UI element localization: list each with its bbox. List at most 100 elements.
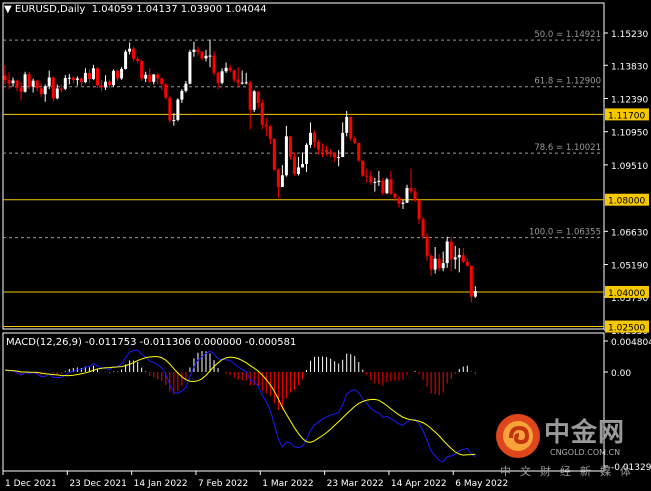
candle-body: [160, 78, 164, 85]
candle-body: [284, 136, 288, 176]
candle-body: [345, 116, 349, 133]
candle-body: [27, 74, 31, 87]
candle-body: [397, 197, 401, 204]
candle-body: [260, 103, 264, 125]
candle-body: [369, 176, 373, 183]
candle-body: [296, 167, 300, 174]
candle-body: [164, 84, 168, 98]
candle-body: [309, 132, 313, 145]
candle-body: [252, 91, 256, 110]
candle-body: [417, 200, 421, 220]
candle-body: [95, 68, 99, 86]
candle-body: [35, 80, 39, 89]
candle-body: [144, 74, 148, 79]
candle-body: [401, 202, 405, 204]
price-tick-label: 1.10950: [611, 129, 648, 139]
candle-body: [433, 258, 437, 270]
candle-body: [172, 119, 176, 121]
candle-body: [256, 91, 260, 104]
candle-body: [71, 77, 75, 81]
candle-body: [67, 77, 71, 79]
macd-signal-line: [4, 356, 476, 456]
candle-body: [120, 68, 124, 79]
candle-body: [204, 55, 208, 59]
candle-body: [353, 138, 357, 143]
candle-body: [292, 156, 296, 174]
candle-body: [7, 80, 11, 84]
level-price-label: 1.08000: [608, 197, 645, 207]
price-tick-label: 1.15230: [611, 30, 648, 40]
candle-body: [268, 126, 272, 139]
candle-body: [216, 72, 220, 83]
candle-body: [445, 241, 449, 264]
candle-body: [112, 70, 116, 86]
candle-body: [140, 60, 144, 79]
candle-body: [63, 77, 67, 89]
candle-body: [453, 257, 457, 260]
candle-body: [361, 160, 365, 176]
candle-body: [188, 51, 192, 84]
price-tick-label: 1.05190: [611, 262, 648, 272]
candle-body: [228, 67, 232, 71]
candle-body: [393, 193, 397, 198]
candle-body: [305, 144, 308, 164]
candle-body: [288, 136, 292, 157]
candle-body: [11, 80, 15, 84]
candle-body: [23, 74, 27, 92]
candle-body: [200, 51, 204, 59]
candle-body: [236, 79, 240, 83]
chart-header: ▼ EURUSD,Daily 1.04059 1.04137 1.03900 1…: [4, 4, 267, 15]
candle-body: [421, 219, 425, 237]
candle-body: [136, 58, 140, 61]
candle-body: [104, 81, 107, 88]
candle-body: [457, 255, 461, 258]
candle-body: [240, 82, 244, 84]
candle-body: [437, 258, 441, 269]
candle-body: [381, 180, 385, 194]
candle-body: [152, 74, 156, 82]
candle-body: [441, 263, 445, 269]
date-tick-label: 1 Mar 2022: [262, 479, 313, 489]
candle-body: [220, 71, 224, 83]
macd-tick-label: 0.004804: [611, 338, 651, 348]
date-tick-label: 1 Dec 2021: [5, 479, 57, 489]
candle-body: [449, 241, 453, 260]
price-tick-label: 1.06630: [611, 228, 648, 238]
candle-body: [349, 116, 353, 139]
symbol-label: EURUSD,Daily: [14, 4, 86, 15]
candle-body: [385, 179, 389, 194]
macd-main-line: [4, 349, 476, 463]
candle-body: [156, 74, 160, 79]
candle-body: [83, 72, 87, 83]
candle-body: [108, 81, 112, 86]
candle-body: [31, 80, 35, 87]
candle-body: [55, 88, 59, 99]
candle-body: [19, 87, 23, 92]
fib-level-label: 78.6 = 1.10021: [534, 143, 601, 153]
candle-body: [465, 261, 469, 266]
candle-body: [365, 175, 369, 177]
fib-level-label: 61.8 = 1.12900: [534, 77, 601, 87]
candle-body: [124, 51, 128, 69]
candle-body: [148, 74, 152, 82]
candle-body: [357, 142, 361, 161]
watermark-url: CNGOLD.COM.CN: [550, 448, 621, 457]
candle-body: [184, 83, 188, 91]
candle-body: [469, 265, 473, 297]
candle-body: [272, 138, 276, 170]
macd-tick-label: 0.00: [611, 369, 631, 379]
date-tick-label: 6 May 2022: [455, 479, 508, 489]
candle-body: [329, 152, 333, 155]
candle-body: [176, 99, 180, 120]
candle-body: [168, 97, 172, 121]
candle-body: [212, 55, 216, 73]
candle-body: [389, 179, 393, 194]
candle-body: [325, 149, 329, 153]
dropdown-triangle-icon[interactable]: ▼: [4, 4, 12, 15]
macd-header: MACD(12,26,9) -0.011753 -0.011306 0.0000…: [6, 337, 297, 348]
candle-body: [116, 70, 120, 79]
candle-body: [409, 187, 413, 192]
level-price-label: 1.04000: [608, 289, 645, 299]
candle-body: [373, 181, 377, 183]
candle-body: [321, 149, 325, 151]
